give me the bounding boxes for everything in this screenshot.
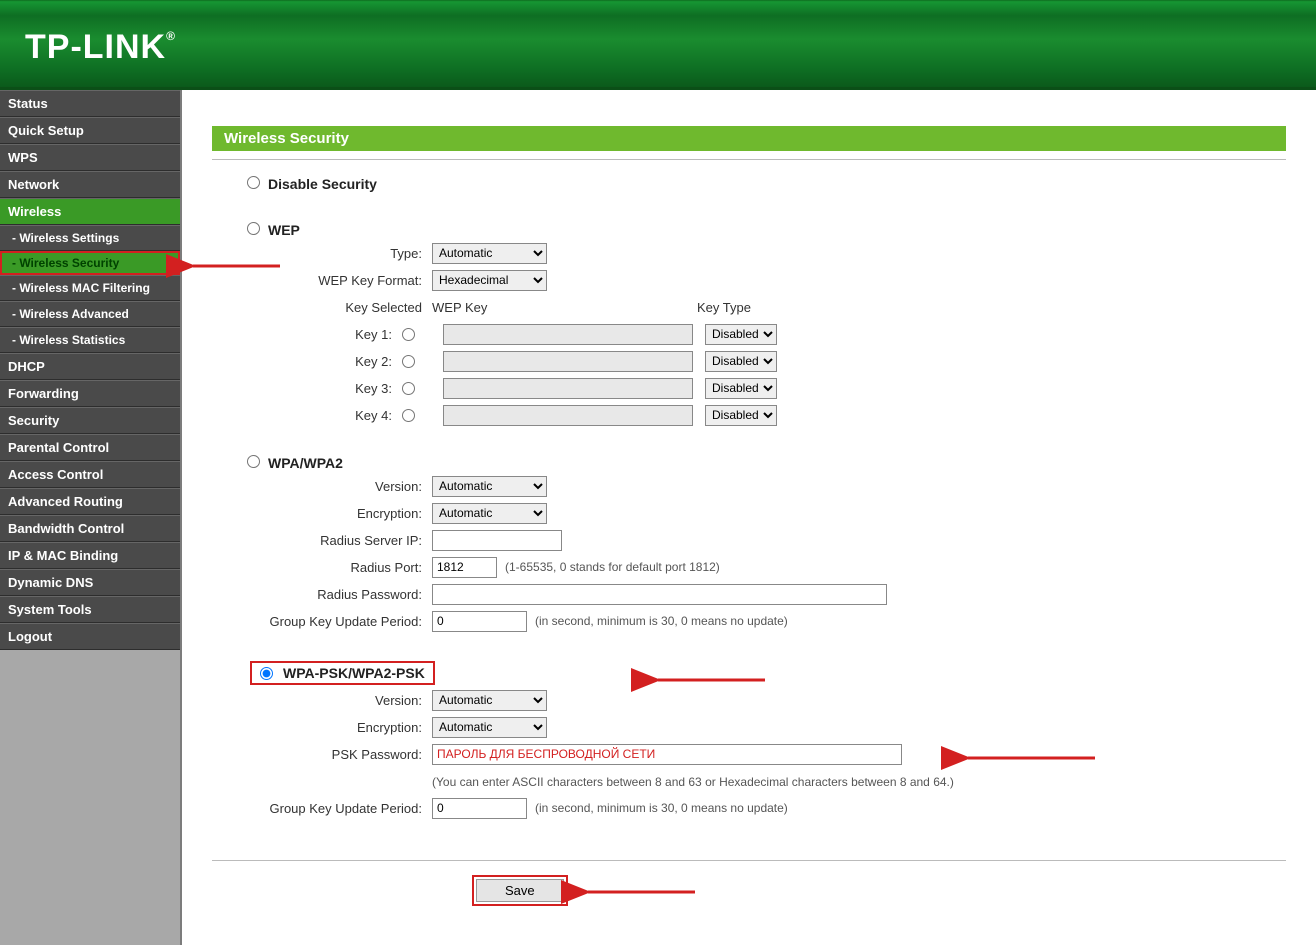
hint-psk-gkup: (in second, minimum is 30, 0 means no up… bbox=[535, 801, 788, 815]
label-key4: Key 4: bbox=[212, 408, 402, 423]
input-key1[interactable] bbox=[443, 324, 693, 345]
header-key-type: Key Type bbox=[697, 300, 751, 315]
highlight-wpa-psk: WPA-PSK/WPA2-PSK bbox=[250, 661, 435, 685]
input-wpa-gkup[interactable] bbox=[432, 611, 527, 632]
radio-key4[interactable] bbox=[402, 409, 415, 422]
hint-wpa-gkup: (in second, minimum is 30, 0 means no up… bbox=[535, 614, 788, 628]
nav-network[interactable]: Network bbox=[0, 171, 180, 198]
select-wep-format[interactable]: Hexadecimal bbox=[432, 270, 547, 291]
brand-logo: TP-LINK® bbox=[25, 30, 176, 64]
header-wep-key: WEP Key bbox=[432, 300, 697, 315]
radio-wpa-psk[interactable] bbox=[260, 667, 273, 680]
input-psk-gkup[interactable] bbox=[432, 798, 527, 819]
section-wpa-psk: WPA-PSK/WPA2-PSK bbox=[283, 665, 425, 681]
select-key4-type[interactable]: Disabled bbox=[705, 405, 777, 426]
label-wep-type: Type: bbox=[212, 246, 432, 261]
label-key3: Key 3: bbox=[212, 381, 402, 396]
page-title: Wireless Security bbox=[212, 126, 1286, 151]
label-wpa-gkup: Group Key Update Period: bbox=[212, 614, 432, 629]
save-button[interactable]: Save bbox=[476, 879, 564, 902]
label-psk-gkup: Group Key Update Period: bbox=[212, 801, 432, 816]
label-key2: Key 2: bbox=[212, 354, 402, 369]
section-disable-security: Disable Security bbox=[268, 176, 377, 192]
input-key4[interactable] bbox=[443, 405, 693, 426]
sidebar: Status Quick Setup WPS Network Wireless … bbox=[0, 90, 182, 945]
section-wep: WEP bbox=[268, 222, 300, 238]
hint-psk-password: (You can enter ASCII characters between … bbox=[432, 775, 954, 789]
nav-dhcp[interactable]: DHCP bbox=[0, 353, 180, 380]
nav-wireless[interactable]: Wireless bbox=[0, 198, 180, 225]
radio-disable-security[interactable] bbox=[247, 176, 260, 189]
radio-wpa[interactable] bbox=[247, 455, 260, 468]
highlight-save: Save bbox=[472, 875, 568, 906]
label-wep-format: WEP Key Format: bbox=[212, 273, 432, 288]
nav-wireless-statistics[interactable]: - Wireless Statistics bbox=[0, 327, 180, 353]
nav-wireless-security[interactable]: - Wireless Security bbox=[0, 251, 180, 275]
header-bar: TP-LINK® bbox=[0, 0, 1316, 90]
radio-wep[interactable] bbox=[247, 222, 260, 235]
label-psk-password: PSK Password: bbox=[212, 747, 432, 762]
select-wpa-version[interactable]: Automatic bbox=[432, 476, 547, 497]
nav-ip-mac-binding[interactable]: IP & MAC Binding bbox=[0, 542, 180, 569]
select-wep-type[interactable]: Automatic bbox=[432, 243, 547, 264]
divider bbox=[212, 159, 1286, 160]
input-psk-password[interactable] bbox=[432, 744, 902, 765]
nav-dynamic-dns[interactable]: Dynamic DNS bbox=[0, 569, 180, 596]
nav-bandwidth-control[interactable]: Bandwidth Control bbox=[0, 515, 180, 542]
input-radius-password[interactable] bbox=[432, 584, 887, 605]
label-key1: Key 1: bbox=[212, 327, 402, 342]
nav-wps[interactable]: WPS bbox=[0, 144, 180, 171]
nav-advanced-routing[interactable]: Advanced Routing bbox=[0, 488, 180, 515]
content-area: Wireless Security Disable Security WEP T… bbox=[182, 90, 1316, 945]
nav-system-tools[interactable]: System Tools bbox=[0, 596, 180, 623]
hint-radius-port: (1-65535, 0 stands for default port 1812… bbox=[505, 560, 720, 574]
section-wpa: WPA/WPA2 bbox=[268, 455, 343, 471]
radio-key3[interactable] bbox=[402, 382, 415, 395]
input-key3[interactable] bbox=[443, 378, 693, 399]
label-radius-ip: Radius Server IP: bbox=[212, 533, 432, 548]
brand-text: TP-LINK bbox=[25, 28, 166, 66]
label-wpa-encryption: Encryption: bbox=[212, 506, 432, 521]
label-wpa-version: Version: bbox=[212, 479, 432, 494]
input-key2[interactable] bbox=[443, 351, 693, 372]
radio-key2[interactable] bbox=[402, 355, 415, 368]
input-radius-port[interactable] bbox=[432, 557, 497, 578]
nav-access-control[interactable]: Access Control bbox=[0, 461, 180, 488]
select-wpa-encryption[interactable]: Automatic bbox=[432, 503, 547, 524]
radio-key1[interactable] bbox=[402, 328, 415, 341]
select-key1-type[interactable]: Disabled bbox=[705, 324, 777, 345]
select-key3-type[interactable]: Disabled bbox=[705, 378, 777, 399]
nav-wireless-mac-filtering[interactable]: - Wireless MAC Filtering bbox=[0, 275, 180, 301]
select-key2-type[interactable]: Disabled bbox=[705, 351, 777, 372]
select-psk-encryption[interactable]: Automatic bbox=[432, 717, 547, 738]
divider-bottom bbox=[212, 860, 1286, 861]
nav-logout[interactable]: Logout bbox=[0, 623, 180, 650]
input-radius-ip[interactable] bbox=[432, 530, 562, 551]
nav-quick-setup[interactable]: Quick Setup bbox=[0, 117, 180, 144]
label-psk-version: Version: bbox=[212, 693, 432, 708]
label-radius-port: Radius Port: bbox=[212, 560, 432, 575]
nav-status[interactable]: Status bbox=[0, 90, 180, 117]
nav-wireless-advanced[interactable]: - Wireless Advanced bbox=[0, 301, 180, 327]
nav-parental-control[interactable]: Parental Control bbox=[0, 434, 180, 461]
nav-security[interactable]: Security bbox=[0, 407, 180, 434]
registered-icon: ® bbox=[166, 29, 176, 43]
nav-forwarding[interactable]: Forwarding bbox=[0, 380, 180, 407]
select-psk-version[interactable]: Automatic bbox=[432, 690, 547, 711]
nav-wireless-settings[interactable]: - Wireless Settings bbox=[0, 225, 180, 251]
label-radius-password: Radius Password: bbox=[212, 587, 432, 602]
label-key-selected: Key Selected bbox=[212, 300, 432, 315]
label-psk-encryption: Encryption: bbox=[212, 720, 432, 735]
